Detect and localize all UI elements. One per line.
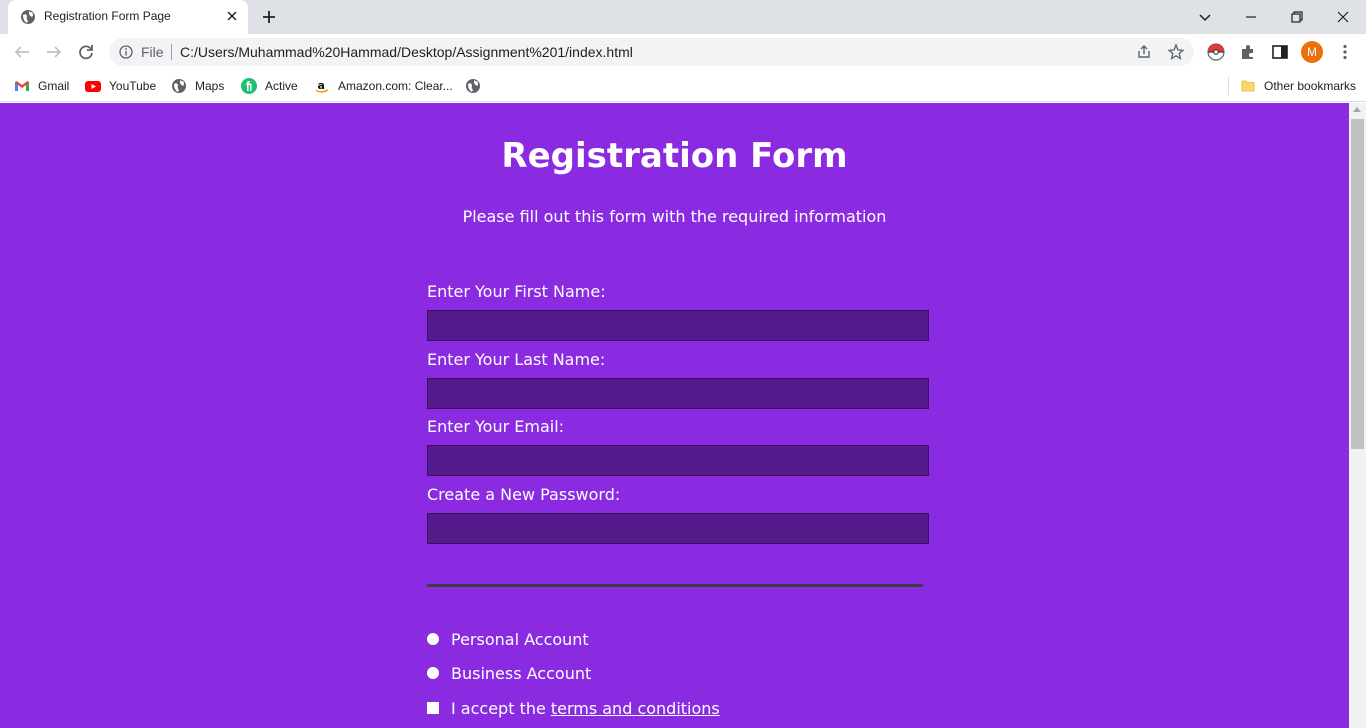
profile-avatar[interactable]: M [1301,41,1323,63]
address-bar[interactable]: File C:/Users/Muhammad%20Hammad/Desktop/… [109,38,1194,66]
tab-search-chevron-icon[interactable] [1193,5,1217,29]
terms-option[interactable]: I accept the terms and conditions [427,697,720,719]
page-viewport: Registration Form Please fill out this f… [0,103,1349,728]
info-icon[interactable] [119,45,133,59]
svg-text:a: a [318,79,325,92]
other-bookmarks[interactable]: Other bookmarks [1240,77,1356,95]
forward-arrow-icon[interactable] [42,40,66,64]
terms-prefix: I accept the [451,698,546,718]
browser-title-bar: Registration Form Page [0,0,1366,34]
business-account-label: Business Account [451,663,592,683]
youtube-icon [85,78,101,94]
gmail-icon [14,78,30,94]
last-name-field[interactable] [427,378,929,409]
password-field[interactable] [427,513,929,544]
bookmark-maps[interactable]: Maps [171,77,224,95]
personal-account-radio[interactable] [427,633,439,645]
bookmark-gmail[interactable]: Gmail [14,77,69,95]
minimize-icon[interactable] [1239,5,1263,29]
globe-icon [465,78,481,94]
bookmark-label: YouTube [109,79,157,93]
extensions-puzzle-icon[interactable] [1238,42,1258,62]
terms-checkbox[interactable] [427,702,439,714]
bookmark-label: Active [265,79,298,93]
pokeball-extension-icon[interactable] [1206,42,1226,62]
fiverr-icon [241,78,257,94]
scrollbar-thumb[interactable] [1351,119,1364,449]
bookmark-untitled[interactable] [465,77,489,95]
tab-title: Registration Form Page [44,9,171,23]
bookmarks-bar: Gmail YouTube Maps Active a Amazon.com: … [0,70,1366,102]
personal-account-label: Personal Account [451,629,589,649]
email-label: Enter Your Email: [427,417,565,436]
address-separator [171,44,172,60]
globe-icon [171,78,187,94]
bookmark-label: Gmail [38,79,70,93]
bookmark-youtube[interactable]: YouTube [85,77,156,95]
bookmark-active[interactable]: Active [241,77,298,95]
section-divider [427,584,923,587]
close-tab-icon[interactable] [224,8,240,24]
other-bookmarks-label: Other bookmarks [1264,79,1357,93]
personal-account-option[interactable]: Personal Account [427,628,589,650]
page-subtitle: Please fill out this form with the requi… [462,207,887,226]
browser-toolbar: File C:/Users/Muhammad%20Hammad/Desktop/… [0,34,1366,70]
amazon-icon: a [314,78,330,94]
last-name-label: Enter Your Last Name: [427,350,606,369]
reload-icon[interactable] [74,40,98,64]
folder-icon [1240,78,1256,94]
bookmarks-separator [1228,77,1229,95]
new-tab-plus-icon[interactable] [259,7,279,27]
url-text[interactable]: C:/Users/Muhammad%20Hammad/Desktop/Assig… [180,44,633,60]
business-account-option[interactable]: Business Account [427,662,591,684]
bookmark-star-icon[interactable] [1167,43,1185,61]
globe-icon [20,9,36,25]
browser-tab[interactable]: Registration Form Page [8,0,248,34]
bookmark-label: Amazon.com: Clear... [338,79,453,93]
back-arrow-icon[interactable] [10,40,34,64]
url-scheme-label: File [141,44,164,60]
terms-link[interactable]: terms and conditions [551,699,720,718]
business-account-radio[interactable] [427,667,439,679]
email-field[interactable] [427,445,929,476]
restore-icon[interactable] [1285,5,1309,29]
side-panel-icon[interactable] [1270,42,1290,62]
first-name-field[interactable] [427,310,929,341]
password-label: Create a New Password: [427,485,621,504]
share-icon[interactable] [1135,43,1153,61]
first-name-label: Enter Your First Name: [427,282,606,301]
close-window-icon[interactable] [1331,5,1355,29]
scroll-up-arrow-icon[interactable] [1353,107,1361,112]
bookmark-label: Maps [195,79,225,93]
page-title: Registration Form [501,136,848,176]
bookmark-amazon[interactable]: a Amazon.com: Clear... [314,77,453,95]
menu-kebab-icon[interactable] [1335,42,1355,62]
page-scrollbar[interactable] [1349,103,1366,728]
